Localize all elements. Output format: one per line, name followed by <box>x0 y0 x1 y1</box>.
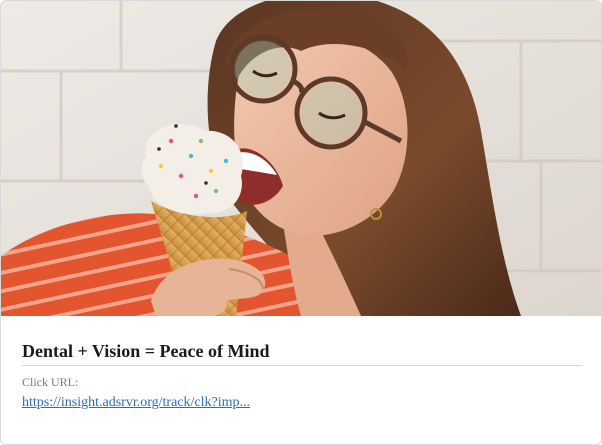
click-url-link[interactable]: https://insight.adsrvr.org/track/clk?imp… <box>22 394 250 412</box>
click-url-label: Click URL: <box>22 375 79 389</box>
ad-content: Dental + Vision = Peace of Mind Click UR… <box>22 339 582 412</box>
ice-cream-photo <box>1 1 601 316</box>
ad-hero-image[interactable] <box>1 1 601 316</box>
ad-card[interactable]: Dental + Vision = Peace of Mind Click UR… <box>0 0 602 445</box>
ad-headline[interactable]: Dental + Vision = Peace of Mind <box>22 339 582 366</box>
